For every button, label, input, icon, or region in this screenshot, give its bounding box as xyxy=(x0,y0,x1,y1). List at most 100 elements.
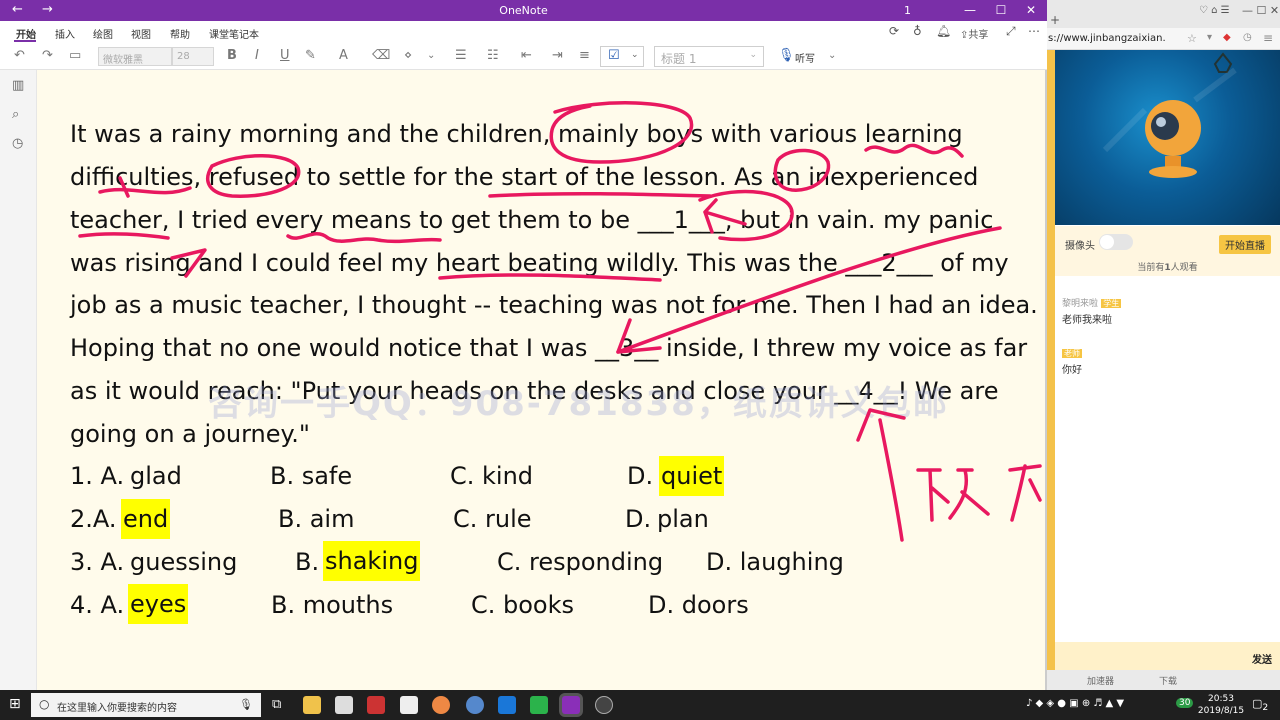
share-label: 共享 xyxy=(968,30,989,41)
font-color-icon[interactable]: A xyxy=(339,48,348,63)
sync-icon[interactable]: ⟳ xyxy=(889,24,899,38)
option-3-d: D. laughing xyxy=(706,548,844,576)
ribbon-toolbar: ↶ ↷ ▭ 微软雅黑 28 B I U ✎ A ⌫ ⋄ ⌄ ☰ ☷ ⇤ ⇥ ≡ … xyxy=(0,43,1047,70)
task-view-icon[interactable]: ⧉ xyxy=(272,697,281,712)
toggle-knob xyxy=(1100,235,1114,249)
todo-tag-dropdown[interactable]: ☑ ⌄ xyxy=(600,46,644,67)
tab-help[interactable]: 帮助 xyxy=(170,26,190,41)
chat-input-bar[interactable]: 发送 xyxy=(1055,642,1280,670)
file-explorer-icon[interactable] xyxy=(303,696,321,714)
app-red-icon[interactable] xyxy=(367,696,385,714)
outdent-icon[interactable]: ⇤ xyxy=(521,48,532,63)
tab-view[interactable]: 视图 xyxy=(131,26,151,41)
history-icon[interactable]: ◷ xyxy=(1243,32,1252,43)
bell-icon[interactable]: 🔔︎ xyxy=(936,24,951,38)
wechat-icon[interactable] xyxy=(530,696,548,714)
close-icon[interactable]: ✕ xyxy=(1016,2,1046,18)
browser-controls-icon[interactable]: ♡ ⌂ ☰ xyxy=(1199,5,1230,16)
clock-time: 20:53 xyxy=(1208,694,1234,704)
paragraph-line: teacher, I tried every means to get them… xyxy=(70,206,994,234)
share-button[interactable]: ⇪共享 xyxy=(960,26,988,41)
paragraph-line: was rising and I could feel my heart bea… xyxy=(70,249,1009,277)
underline-icon[interactable]: U xyxy=(280,48,290,63)
tab-insert[interactable]: 插入 xyxy=(55,26,75,41)
clock-date: 2019/8/15 xyxy=(1197,706,1245,716)
taskbar-search[interactable]: ○ 在这里输入你要搜索的内容 🎙︎ xyxy=(31,693,261,717)
app-k-icon[interactable] xyxy=(498,696,516,714)
clock[interactable]: 20:53 2019/8/15 xyxy=(1196,693,1246,717)
accelerator-label[interactable]: 加速器 xyxy=(1087,674,1114,687)
bold-icon[interactable]: B xyxy=(227,48,237,63)
bullet-list-icon[interactable]: ☰ xyxy=(455,48,467,63)
eraser-icon[interactable]: ⌫ xyxy=(372,48,390,63)
paragraph-line: Hoping that no one would notice that I w… xyxy=(70,334,1028,362)
menu-icon[interactable]: ≡ xyxy=(1263,31,1273,45)
url-text[interactable]: s://www.jinbangzaixian. xyxy=(1048,33,1166,44)
style-dropdown[interactable]: 标题 1 ⌄ xyxy=(654,46,764,67)
tab-draw[interactable]: 绘图 xyxy=(93,26,113,41)
chat-user: 黎明来啦 xyxy=(1062,299,1099,309)
obs-icon[interactable] xyxy=(595,696,613,714)
mail-icon[interactable] xyxy=(400,696,418,714)
chevron-down-icon[interactable]: ▾ xyxy=(1207,32,1212,43)
option-1-a: glad xyxy=(130,462,182,490)
paragraph-line: It was a rainy morning and the children,… xyxy=(70,120,963,148)
windows-start-icon[interactable]: ⊞ xyxy=(9,696,21,712)
webcam-icon xyxy=(1102,52,1237,178)
italic-icon[interactable]: I xyxy=(255,48,259,63)
tab-home[interactable]: 开始 xyxy=(16,26,36,41)
app-blue-icon[interactable] xyxy=(466,696,484,714)
checkbox-icon: ☑ xyxy=(608,48,620,63)
search-icon: ○ xyxy=(39,697,50,711)
page-indicator: 1 xyxy=(904,4,911,17)
search-icon[interactable]: ⌕ xyxy=(12,107,19,122)
maximize-icon[interactable]: ☐ xyxy=(986,2,1016,18)
align-icon[interactable]: ≡ xyxy=(579,48,590,63)
send-button[interactable]: 发送 xyxy=(1252,651,1272,666)
dictate-label[interactable]: 听写 xyxy=(795,50,815,65)
browser-tab-bar: + ♡ ⌂ ☰ — ☐ ✕ xyxy=(1047,0,1280,28)
star-icon[interactable]: ☆ xyxy=(1187,32,1197,45)
mic-icon: 🎙︎ xyxy=(239,698,253,711)
tab-class-notebook[interactable]: 课堂笔记本 xyxy=(209,26,259,41)
format-icon[interactable]: ⋄ xyxy=(404,48,412,63)
minimize-icon[interactable]: — xyxy=(955,2,985,18)
paste-icon[interactable]: ▭ xyxy=(69,48,81,63)
download-label[interactable]: 下载 xyxy=(1159,674,1177,687)
address-bar[interactable]: s://www.jinbangzaixian. ☆ ▾ ◆ ◷ ≡ xyxy=(1047,28,1280,50)
extension-icon[interactable]: ◆ xyxy=(1223,32,1231,43)
more-icon[interactable]: ⋯ xyxy=(1028,24,1040,38)
start-live-button[interactable]: 开始直播 xyxy=(1219,235,1271,254)
lightbulb-icon[interactable]: ♁ xyxy=(913,24,922,38)
chevron-down-icon[interactable]: ⌄ xyxy=(828,50,836,61)
store-icon[interactable] xyxy=(335,696,353,714)
option-2-d-prefix: D. xyxy=(625,505,652,533)
notification-count: 2 xyxy=(1262,702,1269,714)
font-name-field[interactable]: 微软雅黑 xyxy=(98,47,172,66)
font-size-field[interactable]: 28 xyxy=(172,47,214,66)
option-3-a: guessing xyxy=(130,548,238,576)
redo-icon[interactable]: ↷ xyxy=(42,48,53,63)
camera-label: 摄像头 xyxy=(1065,241,1095,252)
recent-icon[interactable]: ◷ xyxy=(12,136,23,151)
highlighter-icon[interactable]: ✎ xyxy=(305,48,316,63)
numbered-list-icon[interactable]: ☷ xyxy=(487,48,499,63)
viewer-count: 当前有1人观看 xyxy=(1055,260,1280,273)
microphone-icon[interactable]: 🎙︎ xyxy=(778,48,795,63)
notebooks-icon[interactable]: ▥ xyxy=(12,78,24,93)
expand-icon[interactable]: ⤢ xyxy=(1006,24,1016,39)
tray-badge[interactable]: 30 xyxy=(1176,698,1194,708)
chevron-down-icon[interactable]: ⌄ xyxy=(427,50,435,61)
indent-icon[interactable]: ⇥ xyxy=(552,48,563,63)
onenote-taskbar-icon[interactable] xyxy=(562,696,580,714)
search-placeholder: 在这里输入你要搜索的内容 xyxy=(57,703,177,714)
notification-icon[interactable]: ▢2 xyxy=(1252,697,1268,713)
new-tab-icon[interactable]: + xyxy=(1050,13,1060,27)
camera-toggle[interactable] xyxy=(1099,234,1133,250)
window-controls-icon[interactable]: — ☐ ✕ xyxy=(1242,4,1279,17)
chrome-icon[interactable] xyxy=(432,696,450,714)
undo-icon[interactable]: ↶ xyxy=(14,48,25,63)
option-3-num: 3. A. xyxy=(70,548,125,576)
option-4-c: C. books xyxy=(471,591,575,619)
tray-icons[interactable]: ♪ ◆ ◈ ● ▣ ⊕ ♬ ▲ ▼ xyxy=(1026,698,1124,709)
